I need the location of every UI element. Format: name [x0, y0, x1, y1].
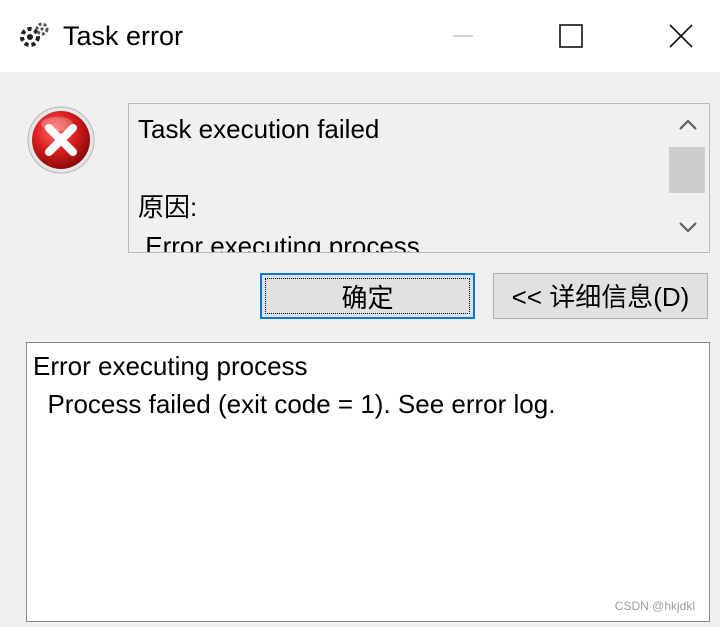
message-line: Task execution failed: [138, 114, 380, 144]
focus-ring: [265, 278, 470, 314]
watermark: CSDN @hkjdkl: [614, 599, 695, 613]
details-line: Error executing process: [33, 351, 308, 381]
details-toggle-button[interactable]: << 详细信息(D): [493, 273, 708, 319]
message-line: 原因:: [138, 192, 198, 222]
minimize-icon: [453, 35, 473, 37]
window-title: Task error: [63, 21, 184, 51]
chevron-up-icon[interactable]: [677, 118, 699, 132]
message-text: Task execution failed 原因: Error executin…: [138, 110, 663, 253]
title-bar[interactable]: Task error: [0, 0, 720, 72]
message-line: Error executing process: [138, 231, 420, 253]
maximize-button[interactable]: [543, 0, 599, 72]
close-button[interactable]: [653, 0, 709, 72]
details-line: Process failed (exit code = 1). See erro…: [33, 389, 556, 419]
chevron-down-icon[interactable]: [677, 220, 699, 234]
minimize-button[interactable]: [435, 0, 491, 72]
ok-button[interactable]: 确定: [260, 273, 475, 319]
scrollbar-thumb[interactable]: [669, 147, 705, 193]
close-icon: [669, 24, 693, 48]
maximize-icon: [559, 24, 583, 48]
message-box[interactable]: Task execution failed 原因: Error executin…: [128, 103, 710, 253]
details-button-label: << 详细信息(D): [511, 282, 690, 312]
details-text-area[interactable]: Error executing process Process failed (…: [26, 342, 710, 622]
message-scrollbar[interactable]: [669, 104, 709, 252]
error-icon: [25, 104, 97, 176]
app-gears-icon: [18, 20, 50, 52]
